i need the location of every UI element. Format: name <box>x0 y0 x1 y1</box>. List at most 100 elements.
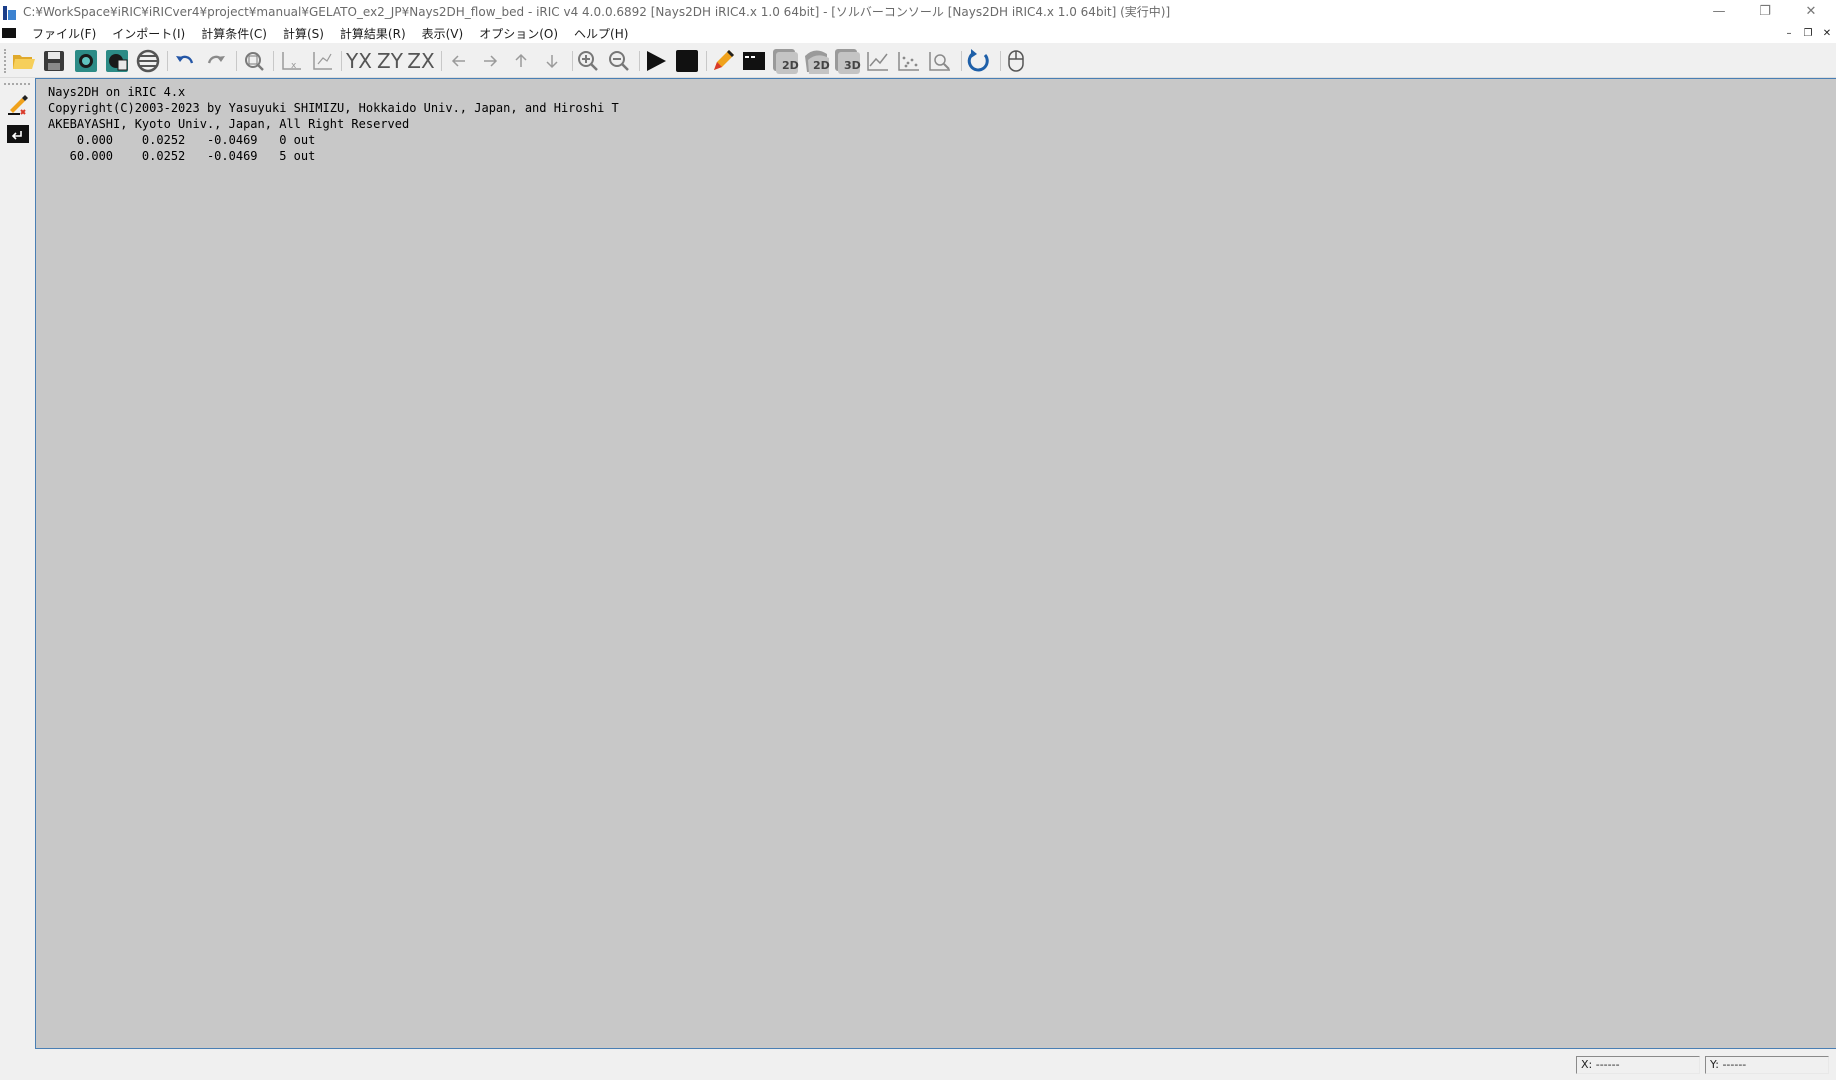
menu-import[interactable]: インポート(I) <box>104 25 193 42</box>
console-window-button[interactable] <box>740 47 768 75</box>
solver-console-window[interactable]: Nays2DH on iRIC 4.x Copyright(C)2003-2023… <box>35 78 1836 1049</box>
move-up-button[interactable] <box>507 47 535 75</box>
arrow-up-icon <box>515 53 527 67</box>
move-right-button[interactable] <box>476 47 504 75</box>
stop-icon <box>676 50 698 72</box>
y-coordinate-readout: Y: ------ <box>1705 1056 1829 1074</box>
axis-rotate-icon <box>313 52 332 70</box>
zy-label: ZY <box>377 49 403 73</box>
dock-grip[interactable] <box>4 83 30 85</box>
toolbar-grip[interactable] <box>4 49 7 73</box>
folder-open-icon <box>13 55 35 69</box>
line-graph-icon <box>867 52 888 71</box>
graph-zoom-icon <box>929 52 950 71</box>
view-2d-bird-label: 2D <box>813 59 830 72</box>
graph-button[interactable] <box>864 47 892 75</box>
console-line: Nays2DH on iRIC 4.x <box>48 85 186 99</box>
close-icon: ✕ <box>1805 4 1817 19</box>
title-bar: C:¥WorkSpace¥iRIC¥iRICver4¥project¥manua… <box>0 0 1836 23</box>
menu-simulation[interactable]: 計算(S) <box>275 25 332 42</box>
mdi-restore-icon: ❐ <box>1803 27 1813 39</box>
view-zx-button[interactable]: ZX <box>407 47 435 75</box>
menu-bar: ファイル(F) インポート(I) 計算条件(C) 計算(S) 計算結果(R) 表… <box>0 23 1836 43</box>
move-left-button[interactable] <box>445 47 473 75</box>
preprocessor-button[interactable] <box>72 47 100 75</box>
x-axis-rotated-button[interactable] <box>308 47 336 75</box>
console-window-icon <box>743 52 765 70</box>
zoom-in-icon <box>578 51 598 71</box>
console-output: Nays2DH on iRIC 4.x Copyright(C)2003-2023… <box>48 84 619 164</box>
menu-result[interactable]: 計算結果(R) <box>332 25 414 42</box>
status-bar: X: ------ Y: ------ <box>0 1050 1836 1080</box>
refresh-button[interactable] <box>964 47 992 75</box>
arrow-down-icon <box>546 55 558 69</box>
mouse-help-button[interactable] <box>1002 47 1030 75</box>
play-icon <box>647 51 666 71</box>
scatter-plot-icon <box>898 52 919 71</box>
stop-button[interactable] <box>673 47 701 75</box>
zoom-fit-icon <box>245 52 264 71</box>
view-zy-button[interactable]: ZY <box>376 47 404 75</box>
solver-console-button[interactable] <box>103 47 131 75</box>
close-button[interactable]: ✕ <box>1788 0 1834 23</box>
x-coordinate-readout: X: ------ <box>1576 1056 1700 1074</box>
undo-icon <box>176 55 194 64</box>
view-3d-button[interactable]: 3D <box>833 47 861 75</box>
globe-icon <box>136 49 160 73</box>
mdi-restore-button[interactable]: ❐ <box>1801 26 1815 40</box>
view-2d-button[interactable]: 2D <box>771 47 799 75</box>
console-line: 0.000 0.0252 -0.0469 0 out <box>48 133 316 147</box>
console-line: AKEBAYASHI, Kyoto Univ., Japan, All Righ… <box>48 117 410 131</box>
view-3d-label: 3D <box>844 59 861 72</box>
yx-label: YX <box>346 49 372 73</box>
arrow-right-icon <box>484 55 498 67</box>
x-axis-icon: x <box>282 52 301 71</box>
fit-button[interactable] <box>240 47 268 75</box>
graph-zoom-button[interactable] <box>926 47 954 75</box>
console-log-button[interactable] <box>4 121 32 147</box>
mdi-close-icon: ✕ <box>1822 27 1832 39</box>
refresh-icon <box>967 49 989 72</box>
menu-calc-condition[interactable]: 計算条件(C) <box>193 25 275 42</box>
mdi-close-button[interactable]: ✕ <box>1820 26 1834 40</box>
zoom-out-button[interactable] <box>605 47 633 75</box>
iric-app-icon[interactable] <box>3 4 19 20</box>
preprocessor-icon <box>75 50 97 72</box>
menu-view[interactable]: 表示(V) <box>414 25 472 42</box>
view-2d-label: 2D <box>782 59 799 72</box>
zoom-out-icon <box>609 51 629 71</box>
menu-file[interactable]: ファイル(F) <box>24 25 104 42</box>
object-browser-button[interactable] <box>4 91 32 117</box>
edit-pencil-icon <box>8 95 28 115</box>
zx-label: ZX <box>407 49 435 73</box>
solver-console-icon <box>106 50 128 72</box>
run-button[interactable] <box>642 47 670 75</box>
view-yx-button[interactable]: YX <box>345 47 373 75</box>
save-button[interactable] <box>40 47 68 75</box>
minimize-button[interactable]: — <box>1696 0 1742 23</box>
open-button[interactable] <box>10 47 38 75</box>
x-axis-button[interactable]: x <box>277 47 305 75</box>
zoom-in-button[interactable] <box>574 47 602 75</box>
undo-button[interactable] <box>171 47 199 75</box>
console-return-icon <box>7 125 29 143</box>
restore-button[interactable]: ❐ <box>1742 0 1788 23</box>
left-dock-toolbar <box>0 79 34 1049</box>
menu-option[interactable]: オプション(O) <box>471 25 566 42</box>
scatter-button[interactable] <box>895 47 923 75</box>
console-system-menu-icon[interactable] <box>2 28 16 38</box>
edit-button[interactable] <box>709 47 737 75</box>
save-icon <box>44 51 64 71</box>
window-title: C:¥WorkSpace¥iRIC¥iRICver4¥project¥manua… <box>23 5 1171 19</box>
view-2d-bird-button[interactable]: 2D <box>802 47 830 75</box>
console-line: 60.000 0.0252 -0.0469 5 out <box>48 149 316 163</box>
postprocessor-button[interactable] <box>134 47 162 75</box>
menu-help[interactable]: ヘルプ(H) <box>566 25 636 42</box>
mdi-minimize-button[interactable]: – <box>1782 26 1796 40</box>
pencil-icon <box>714 50 734 70</box>
restore-icon: ❐ <box>1759 4 1771 19</box>
mdi-minimize-icon: – <box>1786 27 1792 39</box>
move-down-button[interactable] <box>538 47 566 75</box>
redo-button[interactable] <box>202 47 230 75</box>
redo-icon <box>207 55 225 64</box>
